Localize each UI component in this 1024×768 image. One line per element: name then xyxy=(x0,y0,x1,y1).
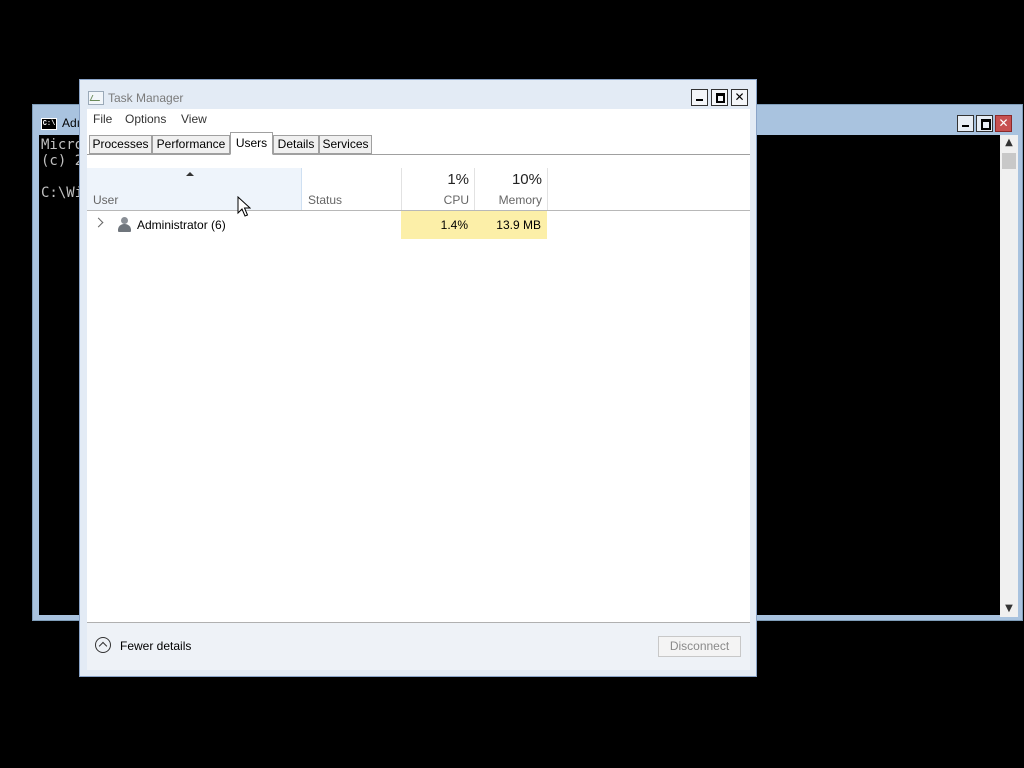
sort-ascending-icon xyxy=(186,172,194,176)
column-header-cpu[interactable]: CPU xyxy=(439,193,469,207)
column-header-memory[interactable]: Memory xyxy=(492,193,542,207)
column-header-status[interactable]: Status xyxy=(308,193,342,207)
column-divider xyxy=(547,168,548,210)
task-manager-icon xyxy=(88,91,104,105)
console-line: Micro xyxy=(41,137,84,153)
console-minimize-button[interactable] xyxy=(957,115,974,132)
tab-details[interactable]: Details xyxy=(273,135,319,154)
cpu-value: 1.4% xyxy=(440,218,468,232)
close-icon: ✕ xyxy=(734,90,745,104)
console-icon: C:\ xyxy=(41,118,57,130)
collapse-circle-icon[interactable] xyxy=(95,637,111,653)
expand-chevron-icon[interactable] xyxy=(93,217,104,228)
console-scrollbar[interactable]: ▲ ▼ xyxy=(1000,135,1018,617)
menu-options[interactable]: Options xyxy=(125,112,166,126)
task-manager-window[interactable]: Task Manager ✕ File Options View Process… xyxy=(79,79,757,677)
memory-total-percent: 10% xyxy=(511,171,542,188)
disconnect-button[interactable]: Disconnect xyxy=(658,636,741,657)
window-title: Task Manager xyxy=(108,91,184,105)
memory-value: 13.9 MB xyxy=(496,218,541,232)
fewer-details-link[interactable]: Fewer details xyxy=(120,639,191,653)
menu-view[interactable]: View xyxy=(181,112,207,126)
tab-strip-line xyxy=(87,154,750,155)
mouse-cursor-icon xyxy=(237,196,251,217)
tab-performance[interactable]: Performance xyxy=(152,135,230,154)
close-button[interactable]: ✕ xyxy=(731,89,748,106)
scroll-thumb[interactable] xyxy=(1002,153,1016,169)
console-maximize-button[interactable] xyxy=(976,115,993,132)
console-line: (c) 2 xyxy=(41,153,84,169)
close-icon: ✕ xyxy=(998,116,1009,130)
menu-file[interactable]: File xyxy=(93,112,112,126)
tab-services[interactable]: Services xyxy=(319,135,372,154)
cpu-total-percent: 1% xyxy=(447,171,469,188)
console-close-button[interactable]: ✕ xyxy=(995,115,1012,132)
task-manager-client: File Options View Processes Performance … xyxy=(87,109,750,670)
task-manager-title-bar[interactable]: Task Manager ✕ xyxy=(80,80,756,110)
column-user-label: User xyxy=(93,193,119,207)
scroll-down-arrow-icon[interactable]: ▼ xyxy=(1000,601,1018,617)
console-title: Adı xyxy=(62,116,81,130)
user-name[interactable]: Administrator (6) xyxy=(137,218,226,232)
column-divider xyxy=(474,168,475,210)
scroll-up-arrow-icon[interactable]: ▲ xyxy=(1000,135,1018,151)
tab-users[interactable]: Users xyxy=(230,132,273,155)
menu-bar: File Options View xyxy=(87,109,750,129)
maximize-button[interactable] xyxy=(711,89,728,106)
minimize-button[interactable] xyxy=(691,89,708,106)
console-line: C:\Wi xyxy=(41,185,84,201)
column-header-user[interactable] xyxy=(87,168,302,210)
user-icon xyxy=(117,217,131,233)
tab-processes[interactable]: Processes xyxy=(89,135,152,154)
column-divider xyxy=(401,168,402,210)
